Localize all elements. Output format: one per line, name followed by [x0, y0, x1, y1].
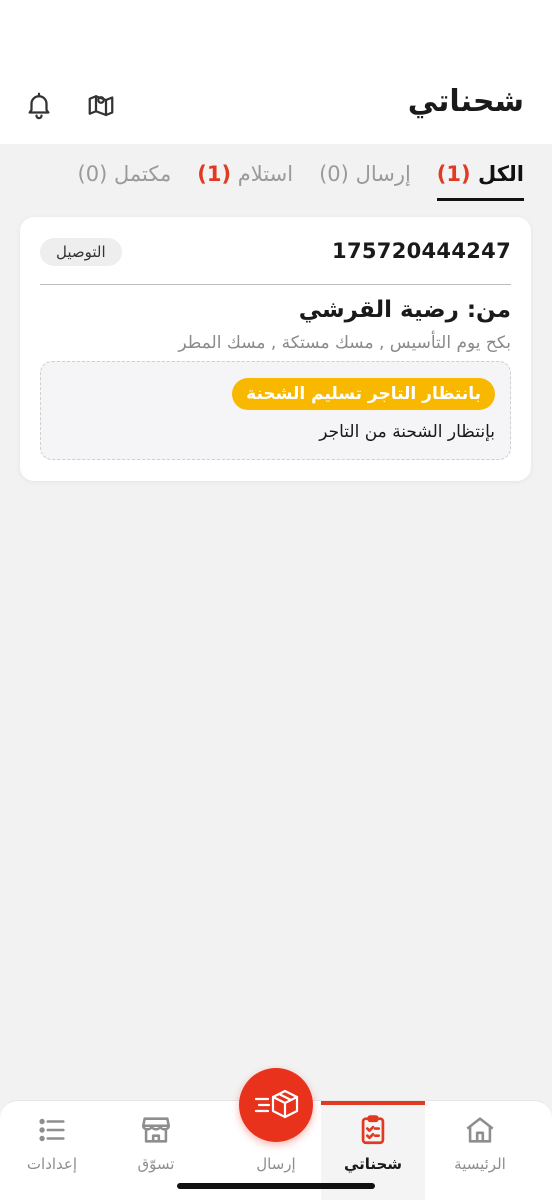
nav-label: الرئيسية	[454, 1155, 506, 1173]
tracking-number: 175720444247	[332, 239, 511, 263]
nav-home[interactable]: الرئيسية	[428, 1101, 532, 1200]
status-badge: بانتظار التاجر تسليم الشحنة	[232, 378, 495, 410]
page-title: شحناتي	[407, 84, 524, 119]
sender-name: من: رضية القرشي	[298, 297, 511, 323]
clipboard-icon	[356, 1113, 390, 1147]
send-package-button[interactable]	[239, 1068, 313, 1142]
tab-label: إرسال	[355, 162, 411, 186]
nav-label: إرسال	[256, 1155, 296, 1173]
tab-send[interactable]: إرسال (0)	[319, 162, 411, 198]
app-header: شحناتي	[0, 0, 552, 144]
shipment-tabs: الكل (1) إرسال (0) استلام (1) مكتمل (0)	[78, 162, 524, 202]
tab-count: (0)	[319, 162, 349, 186]
active-nav-indicator	[321, 1101, 425, 1105]
tab-count: (0)	[77, 162, 108, 186]
tab-label: الكل	[477, 162, 524, 186]
status-description: بإنتظار الشحنة من التاجر	[319, 422, 495, 442]
divider	[40, 284, 511, 285]
list-icon	[35, 1113, 69, 1147]
tab-completed[interactable]: مكتمل (0)	[78, 162, 172, 198]
tab-count: (1)	[436, 162, 471, 186]
tab-receive[interactable]: استلام (1)	[197, 162, 293, 198]
bell-icon[interactable]	[22, 88, 56, 122]
tab-all[interactable]: الكل (1)	[436, 162, 524, 201]
home-indicator	[177, 1183, 375, 1189]
package-icon	[254, 1089, 299, 1119]
nav-settings[interactable]: إعدادات	[0, 1101, 104, 1200]
nav-label: تسوّق	[137, 1155, 175, 1173]
tab-label: مكتمل	[114, 162, 172, 186]
active-tab-underline	[436, 198, 524, 201]
shipment-card[interactable]: 175720444247 التوصيل من: رضية القرشي بكح…	[20, 217, 531, 481]
shipment-type-badge: التوصيل	[40, 238, 122, 266]
status-box: بانتظار التاجر تسليم الشحنة بإنتظار الشح…	[40, 361, 511, 460]
home-icon	[463, 1113, 497, 1147]
store-icon	[139, 1113, 173, 1147]
tab-label: استلام	[237, 162, 294, 186]
nav-label: إعدادات	[26, 1155, 78, 1173]
tab-count: (1)	[197, 162, 232, 186]
nav-label: شحناتي	[343, 1155, 403, 1173]
map-icon[interactable]	[84, 88, 118, 122]
sender-address: بكح يوم التأسيس , مسك مستكة , مسك المطر	[178, 333, 511, 353]
